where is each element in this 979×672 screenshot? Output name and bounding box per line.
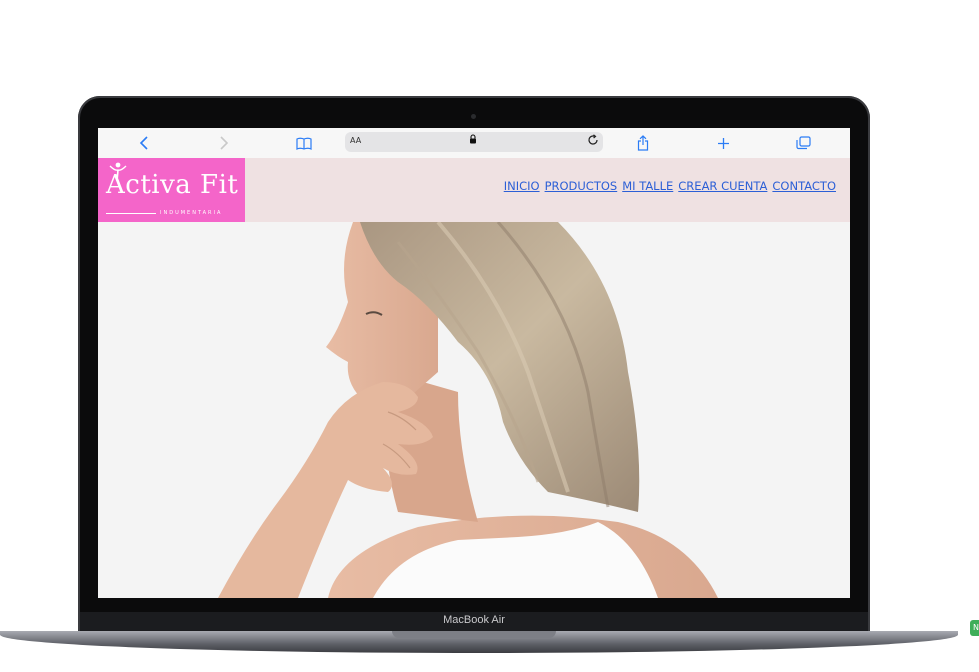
- nav-link-mi-talle[interactable]: MI TALLE: [622, 179, 673, 193]
- book-icon[interactable]: [292, 133, 316, 153]
- nav-link-crear-cuenta[interactable]: CREAR CUENTA: [678, 179, 767, 193]
- woman-profile-photo: [98, 220, 850, 598]
- laptop-notch: [392, 631, 556, 638]
- nav-link-productos[interactable]: PRODUCTOS: [545, 179, 618, 193]
- lock-icon: [469, 134, 477, 147]
- tabs-icon[interactable]: [791, 133, 815, 153]
- logo-text: Activa Fit: [106, 170, 239, 200]
- logo-subtitle: INDUMENTARIA: [160, 210, 223, 216]
- camera-icon: [471, 114, 476, 119]
- chevron-right-icon[interactable]: [212, 133, 236, 153]
- site-logo[interactable]: Activa Fit INDUMENTARIA: [98, 158, 245, 222]
- chevron-left-icon[interactable]: [132, 133, 156, 153]
- laptop-bezel: MacBook Air: [80, 612, 868, 632]
- share-icon[interactable]: [631, 133, 655, 153]
- side-badge[interactable]: N: [970, 620, 979, 636]
- address-bar[interactable]: AA: [345, 132, 603, 152]
- main-nav: INICIO PRODUCTOS MI TALLE CREAR CUENTA C…: [504, 179, 836, 193]
- reader-label[interactable]: AA: [350, 136, 361, 145]
- nav-link-inicio[interactable]: INICIO: [504, 179, 540, 193]
- hero-image: [98, 220, 850, 598]
- nav-link-contacto[interactable]: CONTACTO: [772, 179, 836, 193]
- site-header: Activa Fit INDUMENTARIA INICIO PRODUCTOS…: [98, 158, 850, 222]
- browser-toolbar: AA: [98, 128, 850, 159]
- reload-icon[interactable]: [587, 134, 599, 149]
- plus-icon[interactable]: [711, 133, 735, 153]
- laptop-screen: AA Activa Fit INDUMENTARIA INICIO PRODUC…: [98, 128, 850, 598]
- device-label: MacBook Air: [443, 614, 505, 626]
- logo-divider: [106, 213, 156, 214]
